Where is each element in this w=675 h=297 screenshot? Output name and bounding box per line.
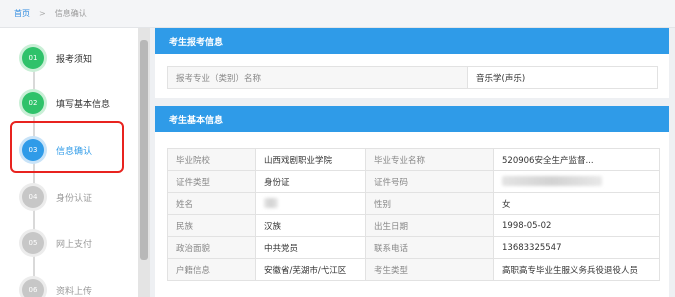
breadcrumb: 首页 > 信息确认	[0, 0, 675, 28]
redaction-blur	[264, 198, 278, 209]
table-row: 政治面貌 中共党员 联系电话 13683325547	[167, 236, 660, 259]
step-number-badge: 01	[22, 47, 44, 69]
table-row: 户籍信息 安徽省/芜湖市/弋江区 考生类型 高职高专毕业生服义务兵役退役人员	[167, 258, 660, 281]
step-label: 资料上传	[56, 286, 93, 297]
step-number-badge: 04	[22, 186, 44, 208]
basic-info-panel: 考生基本信息 毕业院校 山西戏剧职业学院 毕业专业名称 520906安全生产监督…	[155, 106, 669, 297]
step-number-badge: 06	[22, 279, 44, 297]
breadcrumb-home-link[interactable]: 首页	[14, 8, 30, 19]
step-item-identity[interactable]: 04 身份认证	[22, 185, 92, 209]
field-value: 汉族	[255, 214, 366, 237]
field-label: 姓名	[167, 192, 256, 215]
field-value: 山西戏剧职业学院	[255, 148, 366, 171]
field-value: 高职高专毕业生服义务兵役退役人员	[493, 258, 660, 281]
field-label: 毕业院校	[167, 148, 256, 171]
field-value: 中共党员	[255, 236, 366, 259]
field-label: 政治面貌	[167, 236, 256, 259]
table-row: 报考专业（类别）名称 音乐学(声乐)	[167, 66, 658, 89]
field-value: 13683325547	[493, 236, 660, 259]
step-item-notice[interactable]: 01 报考须知	[22, 46, 92, 70]
step-label: 身份认证	[56, 193, 93, 204]
sidebar-scrollbar-thumb[interactable]	[140, 40, 148, 260]
breadcrumb-current: 信息确认	[54, 9, 87, 18]
field-label: 民族	[167, 214, 256, 237]
table-row: 证件类型 身份证 证件号码	[167, 170, 660, 193]
breadcrumb-separator: >	[39, 9, 46, 18]
redaction-blur	[502, 176, 602, 187]
step-item-payment[interactable]: 05 网上支付	[22, 231, 92, 255]
field-value: 身份证	[255, 170, 366, 193]
field-label: 户籍信息	[167, 258, 256, 281]
field-label: 证件号码	[365, 170, 494, 193]
redacted-name	[255, 192, 366, 215]
field-value: 女	[493, 192, 660, 215]
field-label: 联系电话	[365, 236, 494, 259]
step-number-badge: 02	[22, 92, 44, 114]
step-label: 网上支付	[56, 239, 93, 250]
field-label: 考生类型	[365, 258, 494, 281]
field-label: 报考专业（类别）名称	[167, 66, 468, 89]
field-value: 1998-05-02	[493, 214, 660, 237]
basic-info-table: 毕业院校 山西戏剧职业学院 毕业专业名称 520906安全生产监督... 证件类…	[167, 148, 660, 281]
field-label: 出生日期	[365, 214, 494, 237]
step-item-basic-info[interactable]: 02 填写基本信息	[22, 91, 110, 115]
step-label: 报考须知	[56, 54, 93, 65]
red-highlight-box	[10, 121, 124, 173]
field-label: 性别	[365, 192, 494, 215]
step-item-upload[interactable]: 06 资料上传	[22, 278, 92, 297]
table-row: 毕业院校 山西戏剧职业学院 毕业专业名称 520906安全生产监督...	[167, 148, 660, 171]
apply-info-panel: 考生报考信息 报考专业（类别）名称 音乐学(声乐)	[155, 28, 669, 98]
table-row: 民族 汉族 出生日期 1998-05-02	[167, 214, 660, 237]
panel-title: 考生基本信息	[155, 106, 669, 132]
redacted-id-number	[493, 170, 660, 193]
panel-title: 考生报考信息	[155, 28, 669, 54]
step-label: 填写基本信息	[56, 99, 111, 110]
field-value: 音乐学(声乐)	[467, 66, 658, 89]
field-value: 520906安全生产监督...	[493, 148, 660, 171]
step-number-badge: 05	[22, 232, 44, 254]
field-label: 证件类型	[167, 170, 256, 193]
field-value: 安徽省/芜湖市/弋江区	[255, 258, 366, 281]
apply-info-table: 报考专业（类别）名称 音乐学(声乐)	[167, 66, 658, 89]
field-label: 毕业专业名称	[365, 148, 494, 171]
table-row: 姓名 性别 女	[167, 192, 660, 215]
